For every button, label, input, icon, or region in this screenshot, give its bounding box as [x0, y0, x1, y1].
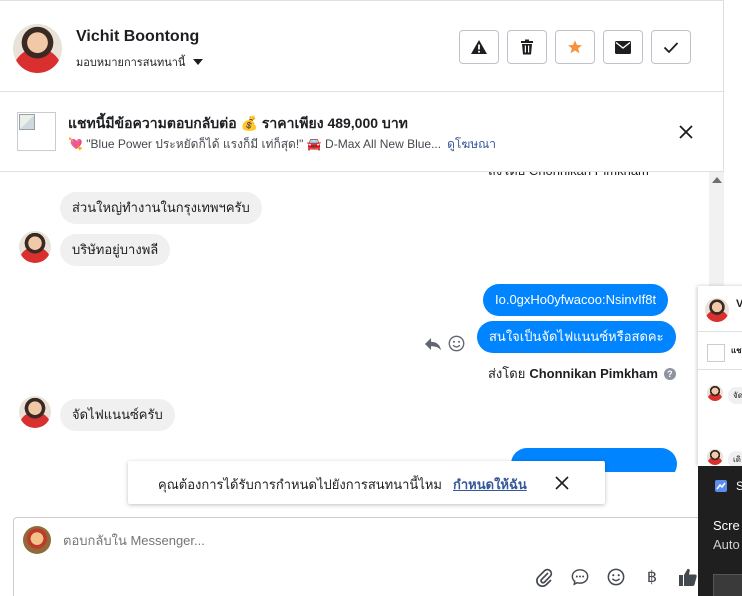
check-icon [663, 41, 679, 53]
contact-avatar-small [19, 231, 51, 263]
envelope-icon [615, 40, 631, 54]
partial-sent-by: ส่งโดย Chonnikan Pimkham [488, 172, 649, 181]
assign-notice: คุณต้องการได้รับการกำหนดไปยังการสนทนานี้… [128, 461, 605, 504]
preview-avatar [707, 449, 723, 465]
warning-icon [471, 40, 487, 54]
assign-to-me-link[interactable]: กำหนดให้ฉัน [453, 474, 527, 495]
preview-ad-thumb [707, 344, 725, 362]
caret-down-icon [193, 59, 204, 65]
message-bubble[interactable]: บริษัทอยู่บางพลี [60, 234, 171, 266]
report-button[interactable] [459, 30, 499, 64]
notification-app-name: S [736, 479, 742, 493]
chat-bubble-icon [571, 569, 589, 586]
ad-title: แชทนี้มีข้อความตอบกลับต่อ 💰 ราคาเพียง 48… [68, 115, 408, 131]
reply-input[interactable] [63, 533, 623, 548]
preview-message: เดิ [728, 451, 742, 466]
message-bubble[interactable]: ส่วนใหญ่ทำงานในกรุงเทพฯครับ [60, 192, 262, 224]
preview-divider [698, 331, 742, 332]
ad-description: 💘 "Blue Power ประหยัดก็ได้ แรงก็มี เท่ก็… [68, 135, 496, 154]
ad-description-text: 💘 "Blue Power ประหยัดก็ได้ แรงก็มี เท่ก็… [68, 137, 442, 151]
assign-notice-text: คุณต้องการได้รับการกำหนดไปยังการสนทนานี้… [158, 477, 442, 492]
side-preview-window[interactable]: V แช จัด เดิ [698, 286, 742, 466]
react-emoji-icon[interactable] [448, 335, 465, 352]
message-thread[interactable]: ส่งโดย Chonnikan Pimkham ส่วนใหญ่ทำงานใน… [0, 172, 710, 472]
payment-button[interactable]: ฿ [641, 566, 663, 588]
assign-conversation-dropdown[interactable]: มอบหมายการสนทนานี้ [76, 53, 204, 71]
conversation-header: Vichit Boontong มอบหมายการสนทนานี้ [0, 0, 724, 92]
message-bubble[interactable]: Io.0gxHo0yfwacoo:NsinvIf8t [483, 284, 669, 316]
preview-message: จัด [728, 387, 742, 404]
star-button[interactable] [555, 30, 595, 64]
contact-avatar[interactable] [13, 24, 62, 73]
reply-composer: ฿ [13, 517, 710, 596]
contact-name[interactable]: Vichit Boontong [76, 28, 199, 46]
like-button[interactable] [677, 566, 699, 588]
reply-icon[interactable] [424, 337, 442, 351]
star-icon [568, 40, 582, 54]
message-bubble[interactable]: สนใจเป็นจัดไฟแนนซ์หรือสดคะ [477, 321, 676, 353]
paperclip-icon [536, 568, 553, 587]
assign-label: มอบหมายการสนทนานี้ [76, 57, 186, 69]
preview-divider [698, 369, 742, 370]
help-icon[interactable]: ? [663, 367, 676, 380]
attach-button[interactable] [533, 566, 555, 588]
close-icon[interactable] [554, 475, 570, 491]
thumbs-up-icon [679, 568, 697, 586]
scroll-up-arrow[interactable] [712, 177, 722, 183]
preview-ad-text: แช [731, 346, 742, 355]
conversation-panel: Vichit Boontong มอบหมายการสนทนานี้ แชทนี… [0, 0, 724, 596]
ad-thumbnail[interactable] [17, 112, 56, 151]
saved-replies-button[interactable] [569, 566, 591, 588]
view-ad-link[interactable]: ดูโฆษณา [447, 137, 496, 151]
header-actions [459, 30, 691, 64]
contact-avatar-small [19, 396, 51, 428]
emoji-icon [607, 568, 625, 586]
ad-context-banner: แชทนี้มีข้อความตอบกลับต่อ 💰 ราคาเพียง 48… [0, 92, 724, 172]
message-bubble[interactable]: จัดไฟแนนซ์ครับ [60, 399, 175, 431]
sent-by-label: ส่งโดย Chonnikan Pimkham ? [488, 363, 676, 384]
trash-icon [521, 39, 533, 55]
composer-tools: ฿ [533, 566, 699, 588]
notification-title: Scre [713, 518, 740, 533]
emoji-button[interactable] [605, 566, 627, 588]
messenger-window: Vichit Boontong มอบหมายการสนทนานี้ แชทนี… [0, 0, 742, 596]
sender-name: Chonnikan Pimkham [529, 366, 658, 381]
page-avatar [23, 526, 51, 554]
preview-avatar [705, 298, 729, 322]
close-icon[interactable] [676, 122, 696, 142]
preview-avatar [707, 385, 723, 401]
app-icon [715, 480, 727, 492]
screenshot-notification[interactable]: S Scre Auto [698, 466, 742, 596]
notification-button[interactable] [713, 574, 742, 596]
delete-button[interactable] [507, 30, 547, 64]
mark-unread-button[interactable] [603, 30, 643, 64]
mark-done-button[interactable] [651, 30, 691, 64]
notification-body: Auto [713, 537, 740, 552]
preview-name: V [736, 298, 742, 310]
